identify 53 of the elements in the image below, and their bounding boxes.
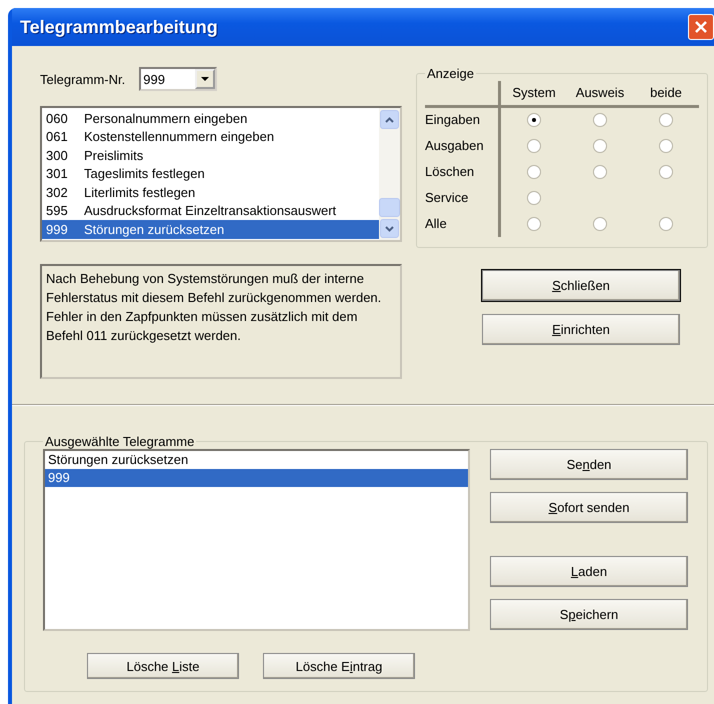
scroll-up-button[interactable]	[380, 110, 399, 129]
scroll-down-button[interactable]	[380, 219, 399, 238]
dialog-button[interactable]: Lösche Eintrag	[263, 653, 415, 679]
group-title: Ausgewählte Telegramme	[44, 434, 196, 449]
scrollbar-thumb[interactable]	[379, 198, 400, 217]
radio-button[interactable]	[527, 165, 541, 179]
radio-button[interactable]	[593, 217, 607, 231]
dialog-button[interactable]: Lösche Liste	[87, 653, 239, 679]
field-label: Telegramm-Nr.	[40, 72, 126, 86]
radio-button[interactable]	[659, 139, 673, 153]
radio-button[interactable]	[659, 165, 673, 179]
telegram-list-item[interactable]: 300 Preislimits	[42, 146, 379, 164]
radio-button[interactable]	[527, 139, 541, 153]
dialog-button[interactable]: Speichern	[490, 599, 688, 630]
radio-button[interactable]	[593, 165, 607, 179]
radio-button[interactable]	[659, 217, 673, 231]
dialog-button[interactable]: Laden	[490, 556, 688, 587]
row-label: Ausgaben	[425, 133, 501, 159]
telegram-list-item[interactable]: 999 Störungen zurücksetzen	[42, 220, 379, 238]
column-header: beide	[633, 80, 699, 108]
telegram-list-item[interactable]: 061 Kostenstellennummern eingeben	[42, 128, 379, 146]
telegram-list-item[interactable]: 595 Ausdrucksformat Einzeltransaktionsauswert	[42, 202, 379, 220]
dropdown-button[interactable]	[195, 69, 216, 89]
scroll-down-icon	[385, 226, 394, 232]
description-text: Nach Behebung von Systemstörungen muß der interne Fehlerstatus mit diesem Befehl zurückgenommen werden. Fehler in den Zapfpunkten müssen zusätzlich mit dem Befehl 011 zurückgesetzt werden.	[40, 264, 402, 379]
window-title: Telegrammbearbeitung	[20, 16, 218, 38]
group-title: Anzeige	[426, 66, 475, 81]
dialog-button[interactable]: Senden	[490, 449, 688, 480]
row-label: Eingaben	[425, 107, 501, 133]
telegram-number-combo[interactable]: 999	[139, 67, 218, 91]
radio-button[interactable]	[659, 113, 673, 127]
dialog-button[interactable]: Sofort senden	[490, 492, 688, 523]
telegram-list-item[interactable]: 301 Tageslimits festlegen	[42, 164, 379, 183]
radio-button[interactable]	[527, 191, 541, 205]
telegram-list-item[interactable]: 302 Literlimits festlegen	[42, 183, 379, 202]
row-label: Alle	[425, 211, 501, 237]
dialog-button[interactable]: Einrichten	[482, 314, 680, 345]
radio-button[interactable]	[593, 113, 607, 127]
selected-list-item[interactable]: Störungen zurücksetzen	[45, 451, 468, 469]
dropdown-arrow-icon	[201, 77, 210, 81]
radio-button[interactable]	[527, 217, 541, 231]
telegram-list-item[interactable]: 060 Personalnummern eingeben	[42, 109, 379, 128]
dialog-button[interactable]: Schließen	[482, 270, 680, 301]
close-button[interactable]	[688, 14, 714, 40]
selected-list-item[interactable]: 999	[45, 469, 468, 487]
row-label: Service	[425, 185, 501, 211]
close-icon	[694, 20, 708, 34]
column-header: System	[501, 80, 567, 108]
row-label: Löschen	[425, 159, 501, 185]
radio-button[interactable]	[527, 113, 541, 127]
column-header: Ausweis	[567, 80, 633, 108]
radio-button[interactable]	[593, 139, 607, 153]
scroll-up-icon	[385, 116, 394, 122]
